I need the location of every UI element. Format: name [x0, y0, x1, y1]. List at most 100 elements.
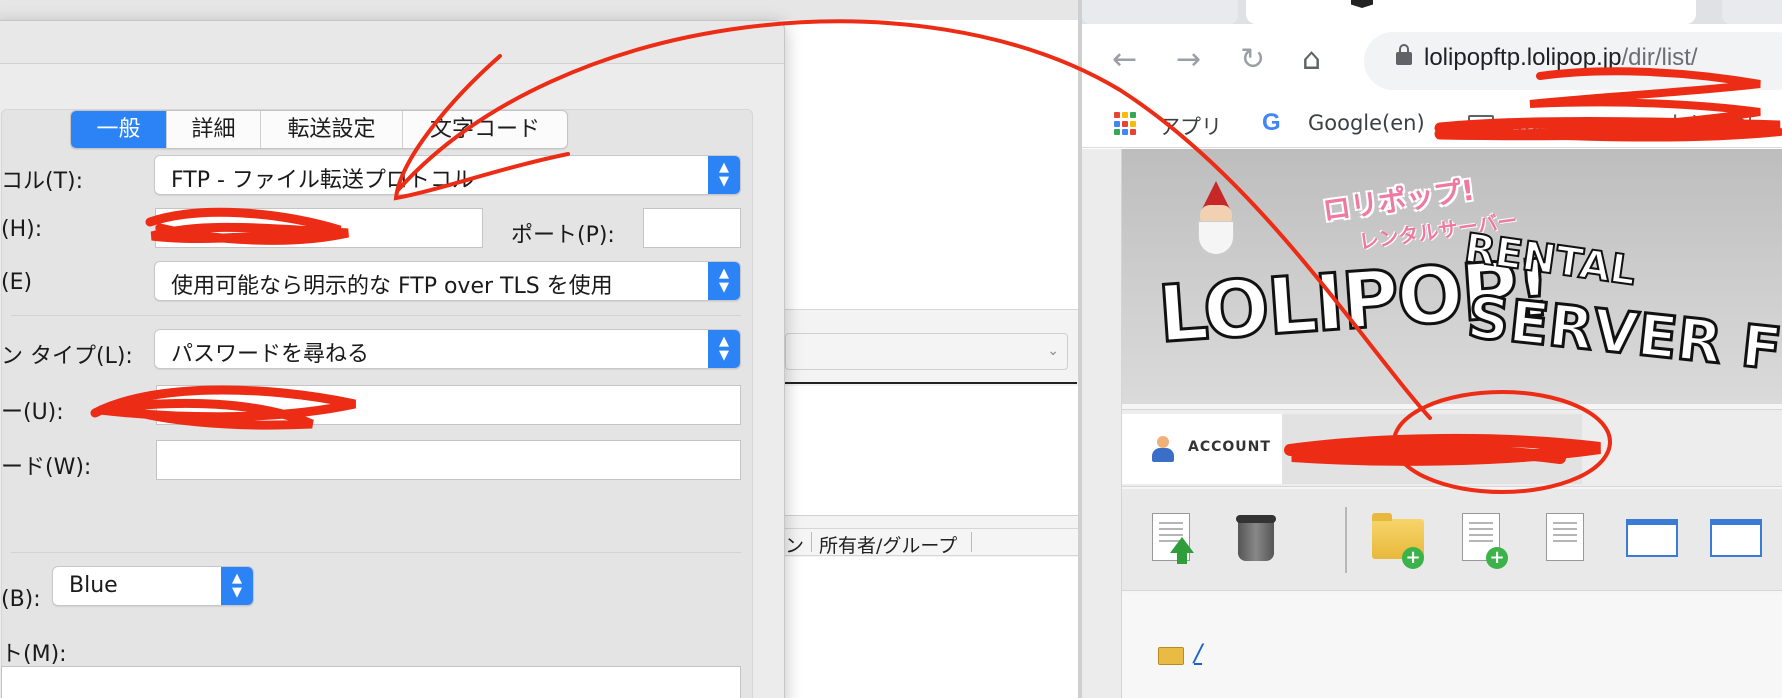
- up-down-arrows-icon: ▲ ▼: [708, 330, 740, 368]
- bookmark-aws[interactable]: aws: [1502, 111, 1543, 135]
- dialog-titlebar: [0, 21, 784, 64]
- site-favicon-icon: [1351, 0, 1373, 8]
- ftp-toolbar: + +: [1122, 489, 1782, 591]
- plus-icon: +: [1486, 547, 1508, 569]
- apps-dot: [1114, 129, 1120, 136]
- apps-dot: [1122, 120, 1128, 127]
- toolbar-separator: [1345, 507, 1347, 573]
- root-directory-link[interactable]: /: [1194, 639, 1202, 667]
- host-input[interactable]: [155, 208, 483, 248]
- remote-tree-panel: [785, 386, 1081, 516]
- browser-tab-active[interactable]: [1246, 0, 1696, 24]
- chevron-down-icon: ⌄: [1047, 343, 1059, 359]
- port-input[interactable]: [643, 208, 741, 248]
- mascot-beard: [1198, 221, 1234, 255]
- browser-window: ← → ↻ ⌂ lolipopftp.lolipop.jp/dir/list/ …: [1082, 0, 1782, 698]
- tab-transfer-settings[interactable]: 転送設定: [261, 111, 403, 148]
- window-icon: [1710, 519, 1762, 557]
- lolipop-ftp-page: ロリポップ! レンタルサーバー LOLIPOP! RENTAL SERVER F…: [1082, 149, 1782, 698]
- protocol-label: コル(T):: [1, 169, 84, 194]
- background-color-value: Blue: [69, 573, 118, 598]
- remote-file-list: [785, 557, 1081, 698]
- host-label: (H):: [1, 217, 43, 242]
- google-icon: G: [1262, 109, 1281, 136]
- message-log-panel: [785, 20, 1081, 310]
- upload-arrow-icon: [1170, 537, 1194, 564]
- rename-button[interactable]: [1538, 509, 1596, 571]
- back-button[interactable]: ←: [1112, 42, 1137, 77]
- reload-button[interactable]: ↻: [1240, 42, 1265, 77]
- user-input[interactable]: [156, 385, 741, 425]
- url-text: lolipopftp.lolipop.jp/dir/list/: [1424, 44, 1698, 72]
- new-file-button[interactable]: +: [1454, 509, 1512, 571]
- account-user-tab[interactable]: [1282, 414, 1582, 484]
- column-header-owner-group[interactable]: 所有者/グループ: [819, 531, 957, 558]
- address-bar[interactable]: lolipopftp.lolipop.jp/dir/list/: [1364, 32, 1782, 90]
- remote-list-header: ン 所有者/グループ: [785, 528, 1081, 558]
- url-path: /dir/list/: [1621, 44, 1698, 71]
- browser-tabstrip: [1082, 0, 1782, 24]
- logo-server: SERVER F: [1463, 281, 1782, 385]
- document-icon: [1546, 513, 1584, 561]
- new-window-button[interactable]: [1706, 509, 1764, 571]
- browser-tab-next[interactable]: [1722, 0, 1782, 24]
- section-divider: [11, 315, 741, 316]
- remote-path-combobox[interactable]: ⌄: [785, 333, 1068, 370]
- apps-dot: [1130, 112, 1136, 118]
- comments-label: ト(M):: [1, 642, 67, 667]
- trash-icon: [1236, 515, 1276, 561]
- column-separator[interactable]: [811, 532, 812, 552]
- apps-dot: [1114, 112, 1120, 118]
- tab-general[interactable]: 一般: [71, 111, 167, 148]
- logon-type-label: ン タイプ(L):: [1, 344, 133, 369]
- encryption-label: (E): [1, 270, 33, 295]
- password-input[interactable]: [156, 440, 741, 480]
- apps-dot: [1114, 120, 1120, 127]
- user-label: ー(U):: [1, 400, 64, 425]
- browser-tab-previous[interactable]: [1082, 0, 1238, 24]
- column-header-permissions[interactable]: ン: [785, 531, 807, 558]
- home-button[interactable]: ⌂: [1302, 42, 1321, 77]
- open-window-button[interactable]: [1622, 509, 1680, 571]
- encryption-value: 使用可能なら明示的な FTP over TLS を使用: [171, 274, 613, 299]
- plus-icon: +: [1402, 547, 1424, 569]
- password-label: ード(W):: [1, 455, 92, 480]
- upload-button[interactable]: [1144, 509, 1202, 571]
- lock-icon[interactable]: [1396, 44, 1412, 65]
- up-down-arrows-icon: ▲ ▼: [221, 567, 253, 605]
- window-top-strip: [0, 0, 1082, 20]
- panel-divider-line: [785, 382, 1077, 384]
- port-label: ポート(P):: [511, 223, 615, 248]
- comments-textarea[interactable]: [1, 666, 741, 698]
- protocol-select[interactable]: FTP - ファイル転送プロトコル ▲ ▼: [154, 155, 741, 195]
- url-host: lolipopftp.lolipop.jp: [1424, 44, 1622, 71]
- folder-icon[interactable]: [1468, 115, 1494, 133]
- site-manager-dialog: 一般 詳細 転送設定 文字コード コル(T): FTP - ファイル転送プロトコ…: [0, 20, 785, 698]
- logon-type-value: パスワードを尋ねる: [171, 342, 370, 367]
- background-color-select[interactable]: Blue ▲ ▼: [52, 566, 254, 606]
- logon-type-select[interactable]: パスワードを尋ねる ▲ ▼: [154, 329, 741, 369]
- column-separator[interactable]: [971, 532, 972, 552]
- account-tab[interactable]: ACCOUNT: [1122, 414, 1282, 484]
- delete-button[interactable]: [1228, 509, 1286, 571]
- up-down-arrows-icon: ▲ ▼: [708, 156, 740, 194]
- bookmark-google[interactable]: Google(en): [1308, 111, 1425, 135]
- background-color-label: (B):: [1, 587, 41, 612]
- protocol-value: FTP - ファイル転送プロトコル: [171, 168, 474, 193]
- forward-button[interactable]: →: [1176, 42, 1201, 77]
- account-label: ACCOUNT: [1188, 439, 1271, 455]
- page-left-gutter: [1082, 149, 1122, 698]
- apps-dot: [1122, 112, 1128, 118]
- apps-grid-icon[interactable]: [1114, 112, 1138, 136]
- tab-advanced[interactable]: 詳細: [167, 111, 261, 148]
- up-down-arrows-icon: ▲ ▼: [708, 262, 740, 300]
- bookmark-apps[interactable]: アプリ: [1159, 111, 1222, 141]
- encryption-select[interactable]: 使用可能なら明示的な FTP over TLS を使用 ▲ ▼: [154, 261, 741, 301]
- browser-toolbar: ← → ↻ ⌂ lolipopftp.lolipop.jp/dir/list/: [1082, 24, 1782, 100]
- bookmark-internal[interactable]: Internal: [1672, 111, 1753, 135]
- window-icon: [1626, 519, 1678, 557]
- new-folder-button[interactable]: +: [1370, 509, 1428, 571]
- tab-charset[interactable]: 文字コード: [403, 111, 567, 148]
- site-nav-strip: ACCOUNT: [1122, 409, 1782, 487]
- user-icon: [1150, 436, 1176, 462]
